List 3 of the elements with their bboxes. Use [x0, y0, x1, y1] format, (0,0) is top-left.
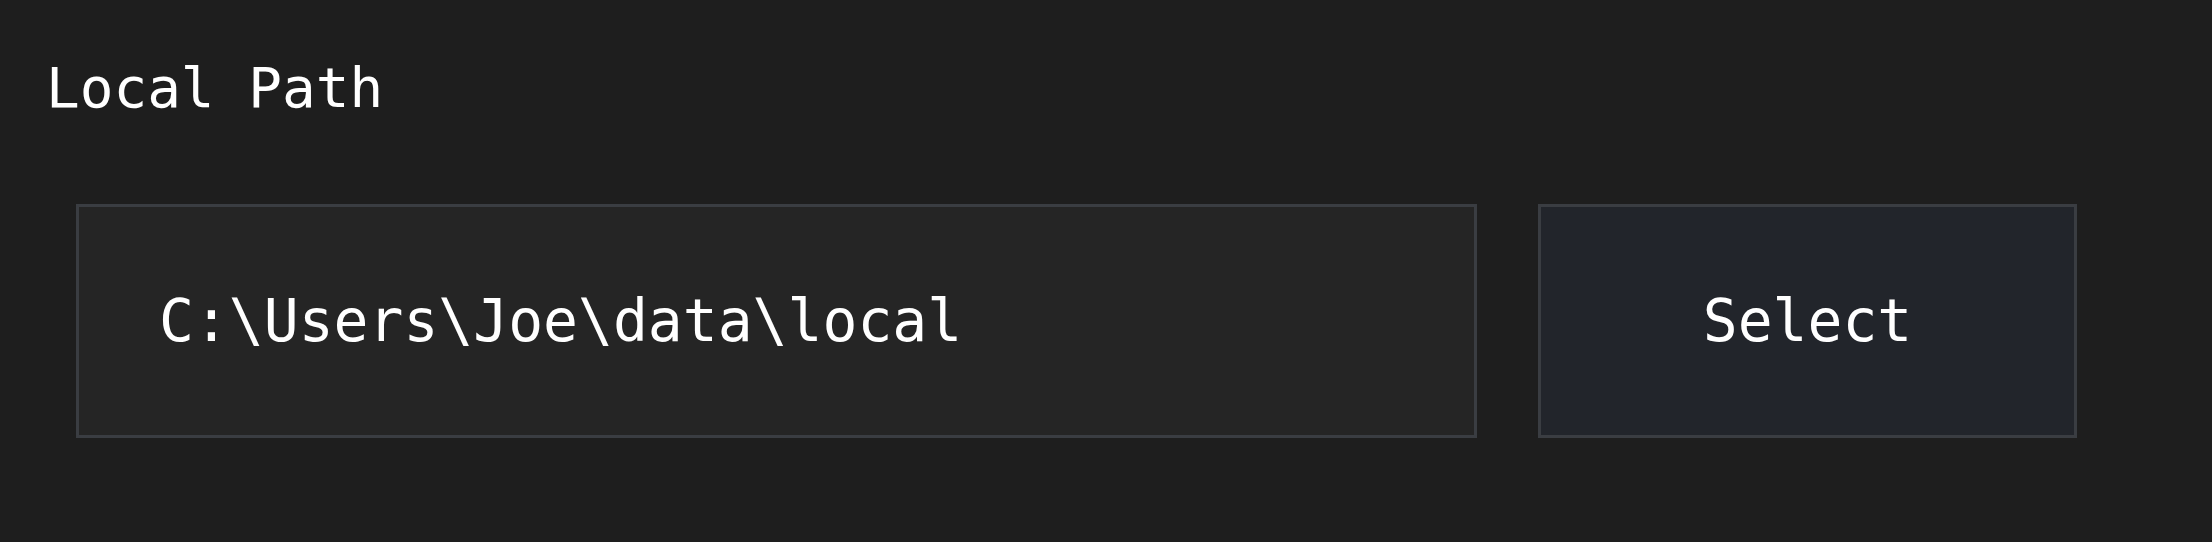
path-field[interactable]: C:\Users\Joe\data\local [76, 204, 1477, 438]
select-button[interactable]: Select [1538, 204, 2077, 438]
section-label: Local Path [46, 54, 384, 122]
